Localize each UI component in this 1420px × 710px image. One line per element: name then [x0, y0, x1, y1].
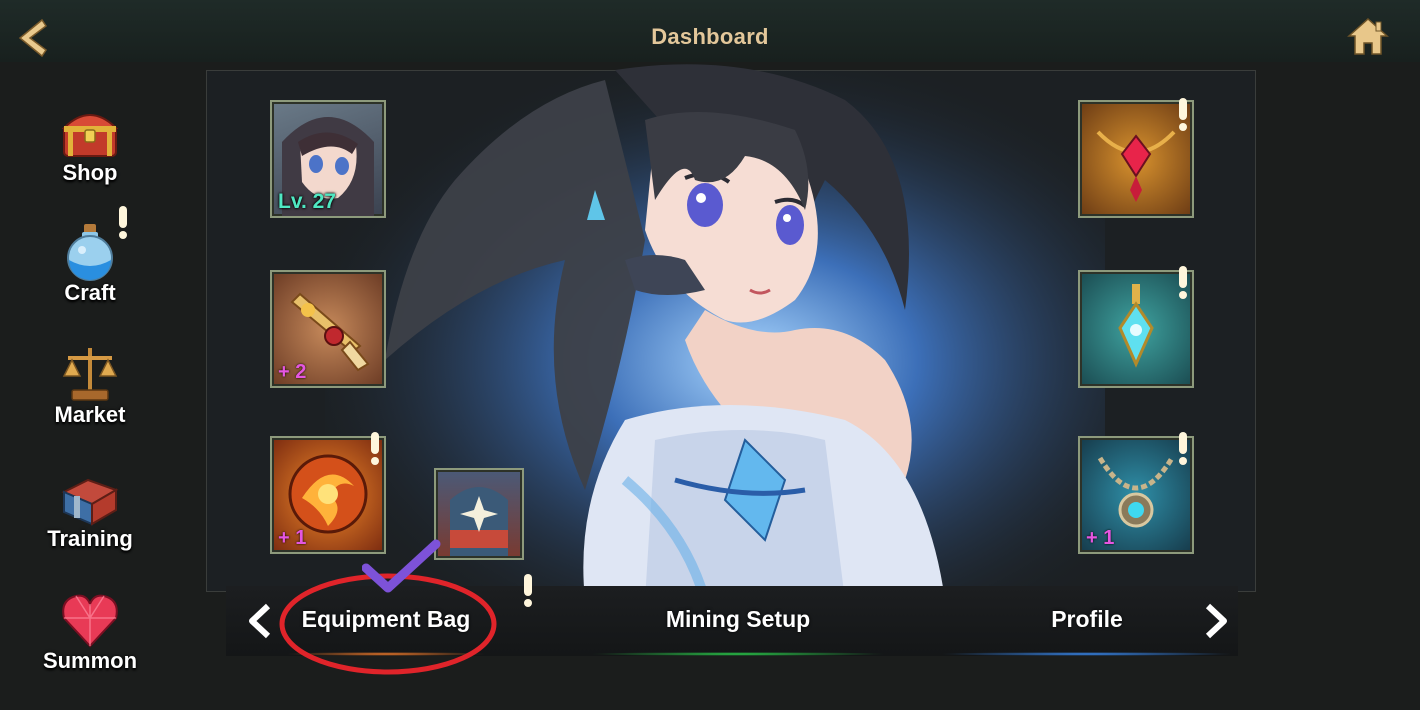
sidebar-item-market[interactable]: Market [30, 342, 150, 428]
tab-profile[interactable]: Profile [940, 586, 1234, 656]
ruby-heart-icon [62, 594, 118, 648]
home-icon [1347, 17, 1389, 55]
home-button[interactable] [1346, 16, 1390, 58]
scales-icon [62, 348, 118, 401]
tab-next-arrow[interactable] [1200, 602, 1230, 640]
training-chest-icon [61, 478, 119, 526]
sidebar-item-summon[interactable]: Summon [30, 588, 150, 674]
sidebar-item-shop[interactable]: Shop [30, 100, 150, 186]
sidebar-item-training[interactable]: Training [30, 466, 150, 552]
annotation-check-icon [362, 539, 441, 593]
sidebar-label-summon: Summon [42, 648, 138, 673]
character-level: Lv. 27 [278, 190, 336, 213]
sidebar-label-training: Training [47, 526, 133, 551]
sidebar-item-craft[interactable]: Craft [30, 220, 150, 306]
necklace-1-alert-icon [1176, 98, 1187, 131]
potion-flask-icon [67, 224, 113, 281]
necklace-enhance-level: + 1 [1086, 527, 1115, 549]
page-title: Dashboard [651, 24, 769, 49]
weapon-slot[interactable]: + 2 [270, 270, 386, 388]
tab-mining-setup[interactable]: Mining Setup [590, 586, 886, 656]
treasure-chest-icon [61, 114, 119, 157]
tab-indicator-green [590, 652, 886, 656]
back-arrow-icon [18, 18, 48, 58]
necklace-2-alert-icon [1176, 266, 1187, 299]
character-avatar-slot[interactable]: Lv. 27 [270, 100, 386, 218]
tab-label-mining-setup: Mining Setup [665, 606, 811, 632]
equipment-bag-alert-icon [521, 574, 532, 607]
weapon-enhance-level: + 2 [278, 361, 307, 383]
sidebar-label-craft: Craft [64, 280, 116, 305]
back-button[interactable] [12, 16, 52, 60]
craft-alert-icon [116, 206, 127, 239]
chevron-right-icon [1205, 603, 1227, 639]
tab-label-profile: Profile [1051, 606, 1123, 632]
tab-indicator-blue [940, 652, 1234, 656]
emblem-alert-icon [368, 432, 379, 465]
sidebar-label-market: Market [54, 402, 126, 427]
sidebar-label-shop: Shop [62, 160, 118, 185]
necklace-3-alert-icon [1176, 432, 1187, 465]
